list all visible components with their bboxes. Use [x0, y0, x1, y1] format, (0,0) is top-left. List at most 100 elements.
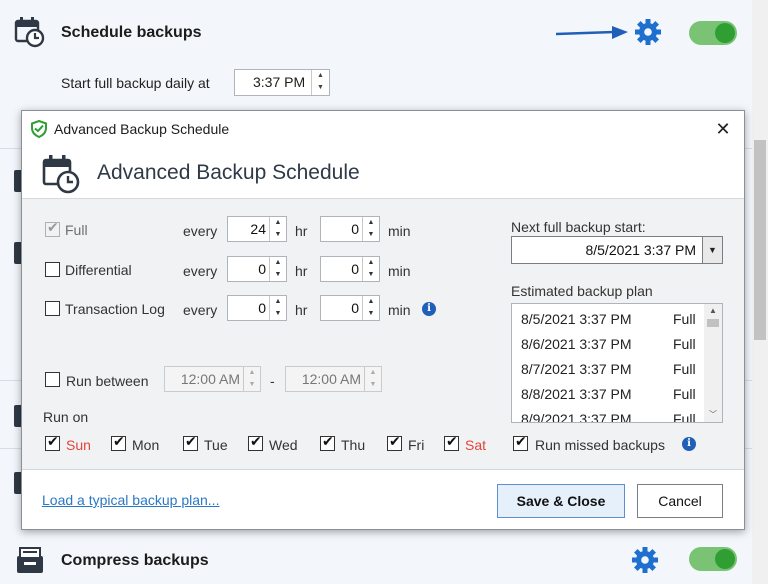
transaction-log-minutes-value[interactable]: 0 — [321, 296, 363, 320]
differential-minutes-stepper[interactable]: 0 ▲ ▼ — [320, 256, 380, 282]
sat-label: Sat — [465, 437, 487, 453]
full-hours-value[interactable]: 24 — [228, 217, 270, 241]
plan-type: Full — [673, 311, 696, 327]
chevron-down-icon[interactable]: ﹀ — [704, 408, 722, 422]
plan-date: 8/5/2021 3:37 PM — [521, 311, 632, 327]
run-missed-backups-checkbox[interactable] — [513, 434, 528, 451]
compress-backups-toggle[interactable] — [689, 547, 737, 571]
transaction-log-hours-stepper[interactable]: 0 ▲ ▼ — [227, 295, 287, 321]
plan-type: Full — [673, 411, 696, 423]
spin-down-icon[interactable]: ▼ — [363, 308, 379, 320]
run-between-end-time[interactable]: 12:00 AM ▲ ▼ — [285, 366, 382, 392]
differential-hours-value[interactable]: 0 — [228, 257, 270, 281]
advanced-backup-schedule-dialog: Advanced Backup Schedule ✕ Advanced Back… — [21, 110, 745, 530]
load-typical-plan-link[interactable]: Load a typical backup plan... — [42, 492, 219, 508]
full-hours-stepper[interactable]: 24 ▲ ▼ — [227, 216, 287, 242]
run-between-label: Run between — [66, 373, 149, 389]
transaction-log-minutes-stepper[interactable]: 0 ▲ ▼ — [320, 295, 380, 321]
differential-checkbox[interactable] — [45, 262, 60, 277]
differential-minutes-value[interactable]: 0 — [321, 257, 363, 281]
spin-up-icon[interactable]: ▲ — [312, 70, 329, 82]
fri-checkbox[interactable] — [387, 434, 402, 451]
transaction-log-hours-value[interactable]: 0 — [228, 296, 270, 320]
differential-every-label: every — [183, 263, 218, 279]
plan-type: Full — [673, 361, 696, 377]
close-icon[interactable]: ✕ — [708, 115, 738, 143]
run-missed-backups-label: Run missed backups — [535, 437, 665, 453]
plan-scrollbar-thumb[interactable] — [707, 319, 719, 327]
schedule-backups-title: Schedule backups — [61, 24, 202, 41]
spin-up-icon[interactable]: ▲ — [365, 367, 381, 379]
run-on-label: Run on — [43, 409, 89, 425]
full-minutes-stepper[interactable]: 0 ▲ ▼ — [320, 216, 380, 242]
spin-down-icon[interactable]: ▼ — [363, 229, 379, 241]
transaction-log-every-label: every — [183, 302, 218, 318]
tue-label: Tue — [204, 437, 228, 453]
start-full-backup-label: Start full backup daily at — [61, 75, 210, 91]
list-item: 8/8/2021 3:37 PM Full — [512, 382, 704, 407]
run-between-end-value[interactable]: 12:00 AM — [286, 367, 365, 391]
spin-down-icon[interactable]: ▼ — [312, 82, 329, 94]
chevron-up-icon[interactable]: ▲ — [704, 304, 722, 318]
spin-down-icon[interactable]: ▼ — [244, 379, 260, 391]
spin-down-icon[interactable]: ▼ — [365, 379, 381, 391]
spin-down-icon[interactable]: ▼ — [270, 269, 286, 281]
transaction-log-min-label: min — [388, 302, 411, 318]
mon-checkbox[interactable] — [111, 434, 126, 451]
plan-date: 8/6/2021 3:37 PM — [521, 336, 632, 352]
wed-checkbox[interactable] — [248, 434, 263, 451]
cancel-button[interactable]: Cancel — [637, 484, 723, 518]
tue-checkbox[interactable] — [183, 434, 198, 451]
spin-up-icon[interactable]: ▲ — [270, 217, 286, 229]
run-between-checkbox[interactable] — [45, 372, 60, 387]
next-full-backup-dropdown[interactable]: 8/5/2021 3:37 PM ▼ — [511, 236, 723, 264]
spin-down-icon[interactable]: ▼ — [363, 269, 379, 281]
spin-down-icon[interactable]: ▼ — [270, 229, 286, 241]
gear-icon[interactable] — [631, 546, 659, 574]
thu-label: Thu — [341, 437, 366, 453]
differential-min-label: min — [388, 263, 411, 279]
pointer-arrow-icon — [556, 26, 628, 39]
thu-checkbox[interactable] — [320, 434, 335, 451]
save-close-button[interactable]: Save & Close — [497, 484, 625, 518]
dialog-window-title: Advanced Backup Schedule — [54, 121, 230, 137]
plan-date: 8/8/2021 3:37 PM — [521, 386, 632, 402]
run-between-start-time[interactable]: 12:00 AM ▲ ▼ — [164, 366, 261, 392]
full-checkbox[interactable] — [45, 220, 60, 237]
calendar-clock-icon — [14, 17, 45, 48]
dialog-titlebar[interactable]: Advanced Backup Schedule ✕ — [22, 111, 744, 147]
sat-checkbox[interactable] — [444, 434, 459, 451]
transaction-log-label: Transaction Log — [65, 301, 165, 317]
plan-type: Full — [673, 336, 696, 352]
spin-up-icon[interactable]: ▲ — [270, 296, 286, 308]
next-full-backup-label: Next full backup start: — [511, 219, 646, 235]
schedule-backups-toggle[interactable] — [689, 21, 737, 45]
time-spinner[interactable]: ▲ ▼ — [311, 70, 329, 95]
differential-hr-label: hr — [295, 263, 308, 279]
info-icon[interactable]: i — [422, 302, 436, 316]
calendar-clock-icon — [42, 155, 80, 194]
full-minutes-value[interactable]: 0 — [321, 217, 363, 241]
page-scrollbar-thumb[interactable] — [754, 140, 766, 340]
spin-up-icon[interactable]: ▲ — [363, 296, 379, 308]
transaction-log-hr-label: hr — [295, 302, 308, 318]
transaction-log-checkbox[interactable] — [45, 301, 60, 316]
chevron-down-icon[interactable]: ▼ — [702, 237, 722, 263]
info-icon[interactable]: i — [682, 437, 696, 451]
start-full-backup-time-input[interactable]: 3:37 PM ▲ ▼ — [234, 69, 330, 96]
spin-up-icon[interactable]: ▲ — [244, 367, 260, 379]
spin-up-icon[interactable]: ▲ — [363, 257, 379, 269]
sun-checkbox[interactable] — [45, 434, 60, 451]
plan-date: 8/7/2021 3:37 PM — [521, 361, 632, 377]
differential-hours-stepper[interactable]: 0 ▲ ▼ — [227, 256, 287, 282]
gear-icon[interactable] — [634, 18, 662, 46]
list-item: 8/6/2021 3:37 PM Full — [512, 332, 704, 357]
run-between-start-value[interactable]: 12:00 AM — [165, 367, 244, 391]
plan-scrollbar[interactable]: ▲ ﹀ — [704, 304, 722, 422]
plan-type: Full — [673, 386, 696, 402]
estimated-plan-list[interactable]: 8/5/2021 3:37 PM Full 8/6/2021 3:37 PM F… — [511, 303, 723, 423]
start-full-backup-time-value: 3:37 PM — [253, 74, 306, 90]
spin-up-icon[interactable]: ▲ — [363, 217, 379, 229]
spin-down-icon[interactable]: ▼ — [270, 308, 286, 320]
spin-up-icon[interactable]: ▲ — [270, 257, 286, 269]
